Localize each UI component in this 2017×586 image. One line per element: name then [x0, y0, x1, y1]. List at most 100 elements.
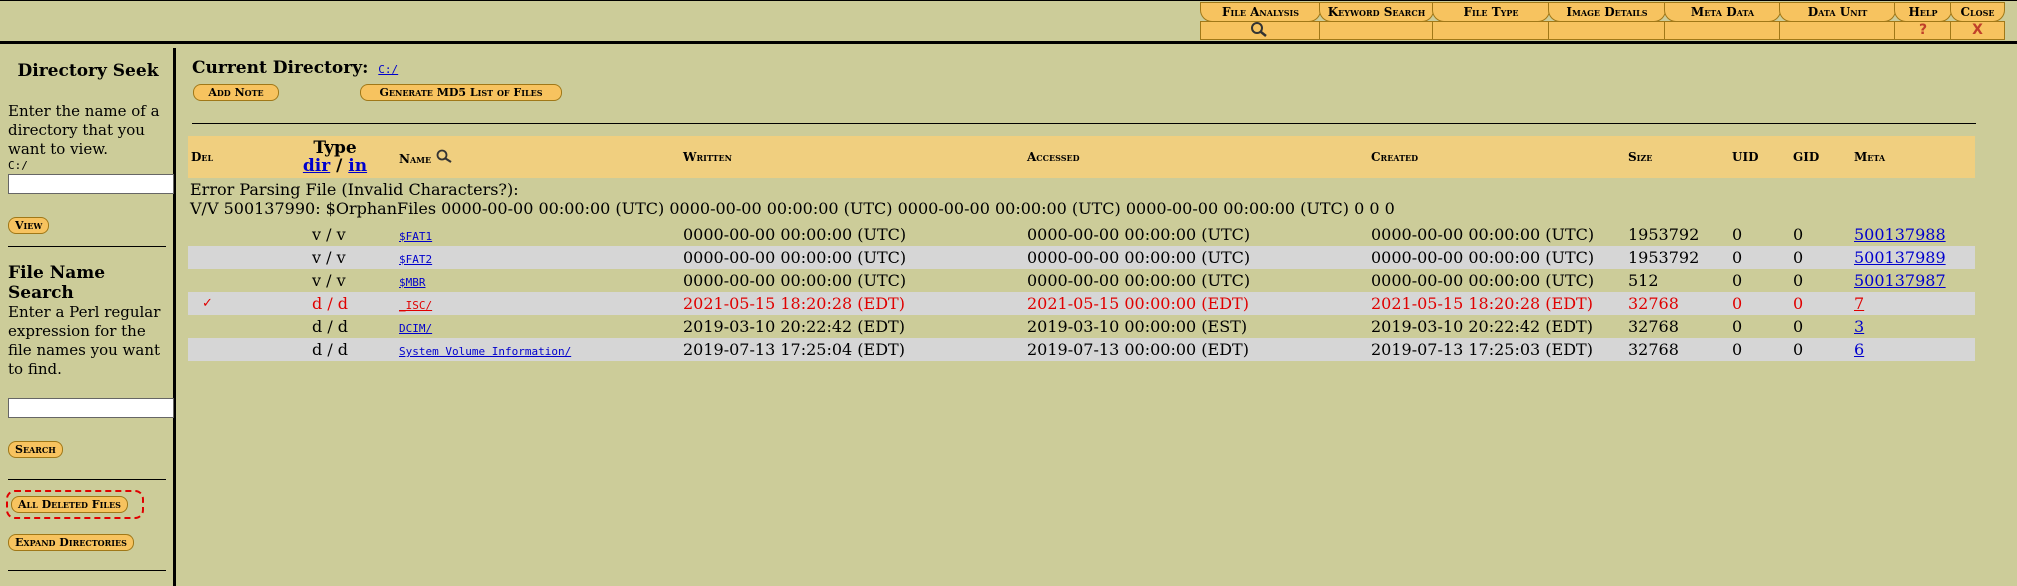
gid-cell: 0 — [1790, 292, 1851, 315]
tab-data-unit[interactable]: Data Unit — [1779, 2, 1896, 22]
tab-meta-data[interactable]: Meta Data — [1664, 2, 1781, 22]
written-cell: 2019-07-13 17:25:04 (EDT) — [680, 338, 1024, 361]
created-cell: 0000-00-00 00:00:00 (UTC) — [1368, 246, 1625, 269]
type-separator: / — [336, 156, 343, 176]
tab-file-analysis[interactable]: File Analysis — [1200, 2, 1321, 22]
file-link[interactable]: _ISC/ — [399, 299, 432, 312]
uid-cell: 0 — [1729, 338, 1790, 361]
accessed-cell: 0000-00-00 00:00:00 (UTC) — [1024, 246, 1368, 269]
column-name-label: Name — [399, 151, 432, 166]
del-cell[interactable] — [188, 338, 274, 361]
generate-md5-button[interactable]: Generate MD5 List of Files — [360, 84, 562, 101]
meta-cell: 500137988 — [1851, 223, 1975, 246]
type-in-link[interactable]: in — [348, 156, 367, 176]
size-cell: 32768 — [1625, 338, 1729, 361]
error-message: Error Parsing File (Invalid Characters?)… — [190, 180, 1395, 218]
top-navigation-bar: File Analysis Keyword Search File Type I… — [0, 0, 2017, 44]
type-cell: d / d — [274, 292, 396, 315]
tab-file-type-sub[interactable] — [1432, 21, 1550, 40]
tab-close[interactable]: Close — [1950, 2, 2005, 22]
name-cell: $MBR — [396, 269, 680, 292]
meta-link[interactable]: 500137988 — [1854, 225, 1946, 244]
current-directory-link[interactable]: C:/ — [378, 63, 398, 76]
del-cell[interactable] — [188, 246, 274, 269]
del-cell[interactable] — [188, 315, 274, 338]
meta-link[interactable]: 3 — [1854, 317, 1864, 336]
tab-image-details-sub[interactable] — [1548, 21, 1666, 40]
column-created: Created — [1368, 136, 1625, 178]
file-listing-table: Del Type dir / in Name Written Accessed … — [188, 136, 1975, 361]
close-icon[interactable]: X — [1950, 21, 2005, 40]
accessed-cell: 2019-07-13 00:00:00 (EDT) — [1024, 338, 1368, 361]
size-cell: 32768 — [1625, 292, 1729, 315]
name-search-icon[interactable] — [435, 149, 455, 166]
type-cell: d / d — [312, 317, 349, 336]
del-cell[interactable] — [188, 223, 274, 246]
all-deleted-files-button[interactable]: All Deleted Files — [11, 496, 128, 513]
meta-cell: 6 — [1851, 338, 1975, 361]
add-note-button[interactable]: Add Note — [193, 84, 279, 101]
type-cell: v / v — [274, 246, 396, 269]
divider — [8, 479, 166, 480]
written-cell: 0000-00-00 00:00:00 (UTC) — [683, 225, 907, 244]
meta-link[interactable]: 500137989 — [1854, 248, 1946, 267]
file-link[interactable]: $MBR — [399, 276, 426, 289]
divider — [8, 246, 166, 247]
tab-help[interactable]: Help — [1894, 2, 1952, 22]
view-button[interactable]: View — [8, 217, 50, 234]
meta-cell: 500137989 — [1851, 246, 1975, 269]
search-icon[interactable] — [1245, 21, 1275, 40]
error-title: Error Parsing File (Invalid Characters?)… — [190, 180, 519, 199]
file-link[interactable]: DCIM/ — [399, 322, 432, 335]
tab-data-unit-sub[interactable] — [1779, 21, 1896, 40]
left-panel: Directory Seek Enter the name of a direc… — [0, 48, 176, 586]
tab-strip: File Analysis Keyword Search File Type I… — [1200, 2, 2017, 42]
column-type-label: Type — [313, 138, 357, 158]
created-cell: 0000-00-00 00:00:00 (UTC) — [1371, 271, 1595, 290]
tab-keyword-search[interactable]: Keyword Search — [1319, 2, 1434, 22]
table-row: d / d System Volume Information/ 2019-07… — [188, 338, 1975, 361]
meta-link[interactable]: 500137987 — [1854, 271, 1946, 290]
directory-input[interactable] — [8, 174, 174, 194]
written-cell: 0000-00-00 00:00:00 (UTC) — [683, 271, 907, 290]
written-cell: 2019-03-10 20:22:42 (EDT) — [683, 317, 905, 336]
file-name-input[interactable] — [8, 398, 174, 418]
divider — [192, 123, 1976, 124]
file-link[interactable]: $FAT1 — [399, 230, 432, 243]
column-name: Name — [396, 136, 680, 178]
type-cell: v / v — [312, 225, 346, 244]
file-link[interactable]: $FAT2 — [399, 253, 432, 266]
gid-cell: 0 — [1790, 246, 1851, 269]
divider — [8, 570, 166, 571]
accessed-cell: 0000-00-00 00:00:00 (UTC) — [1027, 271, 1251, 290]
column-uid: UID — [1729, 136, 1790, 178]
expand-directories-button[interactable]: Expand Directories — [8, 534, 134, 551]
meta-cell: 7 — [1851, 292, 1975, 315]
directory-seek-path: C:/ — [8, 159, 28, 172]
main-content: Current Directory: C:/ Add Note Generate… — [176, 48, 2017, 586]
meta-link[interactable]: 7 — [1854, 294, 1864, 313]
uid-cell: 0 — [1732, 271, 1743, 290]
file-link[interactable]: System Volume Information/ — [399, 345, 571, 358]
uid-cell: 0 — [1729, 292, 1790, 315]
search-button[interactable]: Search — [8, 441, 63, 458]
uid-cell: 0 — [1729, 246, 1790, 269]
help-icon[interactable]: ? — [1894, 21, 1952, 40]
type-dir-link[interactable]: dir — [303, 156, 330, 176]
del-cell[interactable] — [188, 269, 274, 292]
tab-image-details[interactable]: Image Details — [1548, 2, 1666, 22]
name-cell: _ISC/ — [396, 292, 680, 315]
type-cell: d / d — [274, 338, 396, 361]
directory-seek-title: Directory Seek — [17, 61, 159, 81]
name-cell: $FAT2 — [396, 246, 680, 269]
tab-meta-data-sub[interactable] — [1664, 21, 1781, 40]
column-meta: Meta — [1851, 136, 1975, 178]
meta-cell: 500137987 — [1851, 269, 1975, 292]
name-cell: $FAT1 — [396, 223, 680, 246]
deleted-check-icon[interactable]: ✓ — [188, 292, 274, 315]
meta-link[interactable]: 6 — [1854, 340, 1864, 359]
table-row: v / v $FAT1 0000-00-00 00:00:00 (UTC) 00… — [188, 223, 1975, 246]
size-cell: 512 — [1628, 271, 1659, 290]
tab-file-type[interactable]: File Type — [1432, 2, 1550, 22]
tab-keyword-search-sub[interactable] — [1319, 21, 1434, 40]
